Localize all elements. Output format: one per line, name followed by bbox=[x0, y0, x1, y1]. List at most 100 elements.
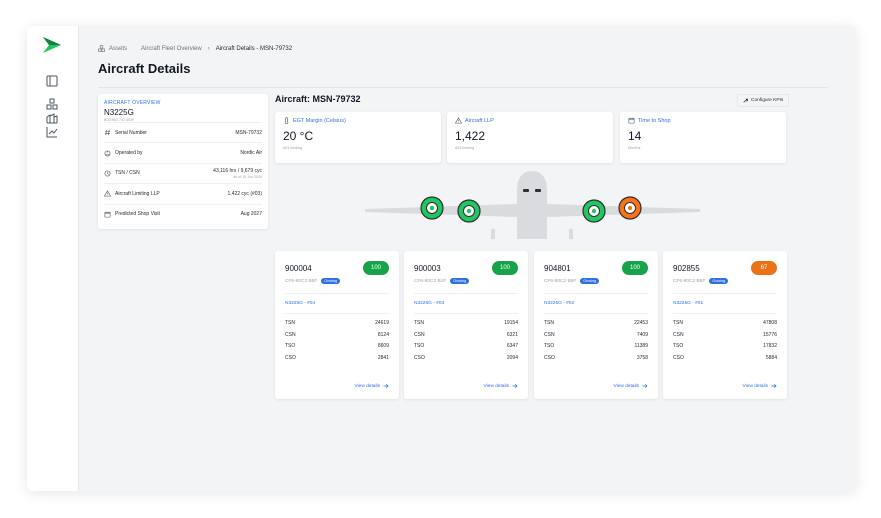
assets-nav-icon[interactable] bbox=[46, 98, 58, 110]
wrench-icon bbox=[743, 98, 748, 103]
metric-row: TSN 19154 bbox=[414, 317, 518, 329]
overview-row: Serial Number MSN-79732 bbox=[104, 122, 262, 142]
breadcrumb-assets[interactable]: Assets bbox=[109, 46, 127, 52]
engine-card[interactable]: 904801 100 CF6-80C2 B5F Onwing N3225G - #0… bbox=[534, 251, 658, 399]
analytics-nav-icon[interactable] bbox=[46, 126, 58, 138]
breadcrumb: Assets Aircraft Fleet Overview › Aircraf… bbox=[98, 45, 292, 52]
app-window: Assets Aircraft Fleet Overview › Aircraf… bbox=[27, 26, 856, 491]
engine-status-marker[interactable] bbox=[582, 199, 606, 223]
metric-row: CSN 8124 bbox=[285, 329, 389, 341]
metric-value: 19154 bbox=[504, 319, 518, 326]
view-details-label: View details bbox=[613, 383, 639, 389]
aircraft-overview-card: AIRCRAFT OVERVIEW N3225G BOEING 747-400F… bbox=[98, 94, 268, 229]
engine-card[interactable]: 900003 100 CF6-80C2 B1F Onwing N3225G - #0… bbox=[404, 251, 528, 399]
engine-status-marker[interactable] bbox=[618, 196, 642, 220]
arrow-right-icon bbox=[512, 384, 518, 388]
overview-row-label: Serial Number bbox=[115, 129, 147, 136]
metric-value: 24619 bbox=[375, 319, 389, 326]
kpi-label: EGT Margin (Celsius) bbox=[293, 117, 346, 124]
metric-row: TSN 22453 bbox=[544, 317, 648, 329]
health-score-badge: 67 bbox=[751, 261, 777, 275]
engine-status-marker[interactable] bbox=[457, 199, 481, 223]
kpi-label: Time to Shop bbox=[638, 117, 671, 124]
engine-position-link[interactable]: N3225G - #02 bbox=[544, 301, 648, 306]
kpi-card-time-to-shop[interactable]: Time to Shop 14 Months bbox=[620, 112, 786, 163]
engine-status-marker[interactable] bbox=[420, 196, 444, 220]
arrow-right-icon bbox=[383, 384, 389, 388]
health-score-badge: 100 bbox=[363, 261, 389, 275]
kpi-value: 20 °C bbox=[283, 129, 314, 143]
kpi-card-egt[interactable]: EGT Margin (Celsius) 20 °C #01 limiting bbox=[275, 112, 441, 163]
hash-icon bbox=[104, 130, 111, 136]
overview-row: Operated by Nordic Air bbox=[104, 142, 262, 162]
kpi-sub: #01 limiting bbox=[283, 146, 303, 150]
engine-serial: 900004 bbox=[285, 263, 312, 273]
health-score-badge: 100 bbox=[622, 261, 648, 275]
metric-label: TSO bbox=[414, 343, 425, 350]
warning-icon bbox=[455, 117, 462, 124]
divider bbox=[544, 313, 648, 314]
engine-serial: 904801 bbox=[544, 263, 571, 273]
metric-value: 6347 bbox=[506, 343, 518, 350]
metric-label: TSN bbox=[673, 319, 683, 326]
metric-label: CSO bbox=[285, 354, 296, 361]
engine-position-link[interactable]: N3225G - #03 bbox=[414, 301, 518, 306]
overview-row: Aircraft Limiting LLP 1,422 cyc (#03) bbox=[104, 183, 262, 203]
overview-row-value: MSN-79732 bbox=[235, 129, 262, 136]
breadcrumb-fleet-overview[interactable]: Aircraft Fleet Overview bbox=[141, 46, 202, 52]
engine-card[interactable]: 902855 67 CF6-80C2 B5F Onwing N3225G - #01… bbox=[663, 251, 787, 399]
view-details-label: View details bbox=[354, 383, 380, 389]
divider bbox=[673, 313, 777, 314]
health-score-badge: 100 bbox=[492, 261, 518, 275]
calendar-icon bbox=[628, 117, 635, 124]
engine-position-link[interactable]: N3225G - #01 bbox=[673, 301, 777, 306]
thermometer-icon bbox=[284, 117, 289, 124]
status-badge: Onwing bbox=[450, 278, 470, 284]
overview-row-value: Nordic Air bbox=[240, 150, 262, 157]
metric-label: TSN bbox=[544, 319, 554, 326]
view-details-link[interactable]: View details bbox=[483, 383, 518, 389]
view-details-label: View details bbox=[742, 383, 768, 389]
metric-label: TSO bbox=[544, 343, 555, 350]
overview-row-label: TSN / CSN bbox=[115, 170, 140, 177]
metric-row: CSN 7409 bbox=[544, 329, 648, 341]
overview-row-value: 1,422 cyc (#03) bbox=[227, 190, 262, 197]
page-title: Aircraft Details bbox=[98, 61, 191, 76]
breadcrumb-current: Aircraft Details - MSN-79732 bbox=[215, 45, 293, 52]
metric-row: CSO 5884 bbox=[673, 352, 777, 364]
engine-type: CF6-80C2 B5F bbox=[285, 278, 318, 284]
metric-label: TSN bbox=[414, 319, 424, 326]
fleet-nav-icon[interactable] bbox=[46, 112, 58, 124]
metric-label: CSO bbox=[673, 354, 684, 361]
metric-label: CSO bbox=[414, 354, 425, 361]
metric-row: TSO 6347 bbox=[414, 340, 518, 352]
kpi-card-llp[interactable]: Aircraft LLP 1,422 #03 limiting bbox=[447, 112, 613, 163]
divider bbox=[285, 293, 389, 294]
overview-row: Predicted Shop Visit Aug 2027 bbox=[104, 203, 262, 224]
kpi-value: 14 bbox=[628, 129, 642, 143]
metric-value: 15776 bbox=[763, 331, 777, 338]
metric-value: 8124 bbox=[377, 331, 389, 338]
configure-kpis-button[interactable]: Configure KPIs bbox=[737, 94, 790, 107]
aircraft-diagram bbox=[365, 171, 700, 239]
operator-icon bbox=[104, 150, 111, 157]
view-details-link[interactable]: View details bbox=[613, 383, 648, 389]
metric-value: 17832 bbox=[763, 343, 777, 350]
overview-row-value: Aug 2027 bbox=[240, 211, 262, 218]
arrow-right-icon bbox=[642, 384, 648, 388]
metric-row: TSN 24619 bbox=[285, 317, 389, 329]
kpi-sub: #03 limiting bbox=[455, 146, 475, 150]
metric-row: CSO 2094 bbox=[414, 352, 518, 364]
arrow-right-icon bbox=[771, 384, 777, 388]
engine-card[interactable]: 900004 100 CF6-80C2 B5F Onwing N3225G - #0… bbox=[275, 251, 399, 399]
engine-position-link[interactable]: N3225G - #04 bbox=[285, 301, 389, 306]
metric-value: 11389 bbox=[634, 343, 648, 350]
metric-label: CSN bbox=[673, 331, 684, 338]
view-details-link[interactable]: View details bbox=[354, 383, 389, 389]
view-details-label: View details bbox=[483, 383, 509, 389]
divider bbox=[673, 293, 777, 294]
metric-row: CSN 6321 bbox=[414, 329, 518, 341]
view-details-link[interactable]: View details bbox=[742, 383, 777, 389]
sidebar-toggle-icon[interactable] bbox=[46, 75, 58, 87]
divider bbox=[285, 313, 389, 314]
